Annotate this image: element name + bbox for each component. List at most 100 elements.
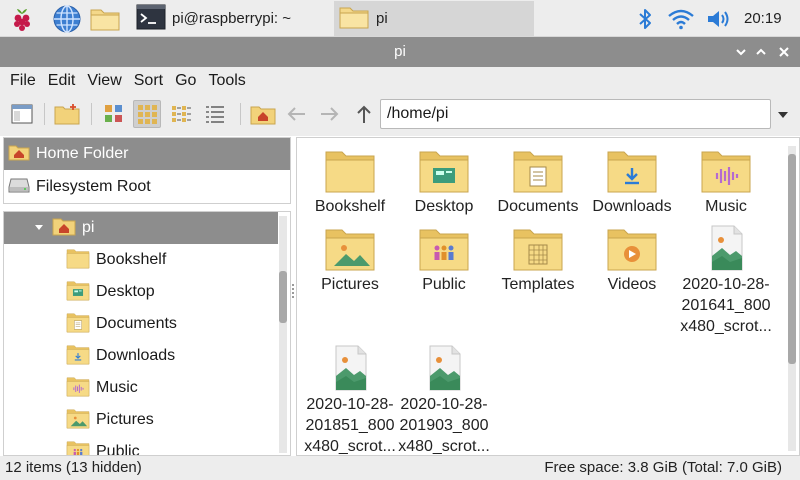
maximize-icon[interactable] bbox=[752, 43, 770, 61]
file-item[interactable]: Desktop bbox=[397, 146, 491, 217]
task-terminal[interactable]: pi@raspberrypi: ~ bbox=[132, 1, 330, 36]
folder-icon bbox=[324, 146, 376, 194]
file-item[interactable]: Downloads bbox=[585, 146, 679, 217]
tree-label: pi bbox=[82, 219, 95, 236]
file-item[interactable]: Templates bbox=[491, 224, 585, 295]
scrollbar-thumb[interactable] bbox=[788, 154, 796, 364]
tree-item-music[interactable]: Music bbox=[4, 372, 278, 404]
file-name: 2020-10-28-201641_800x480_scrot... bbox=[680, 276, 772, 335]
file-item[interactable]: 2020-10-28-201641_800x480_scrot... bbox=[679, 224, 773, 337]
drive-icon bbox=[8, 176, 30, 199]
home-icon[interactable] bbox=[249, 100, 277, 128]
chevron-down-icon[interactable] bbox=[774, 106, 792, 124]
place-home-folder[interactable]: Home Folder bbox=[4, 138, 290, 170]
folder-icon bbox=[66, 343, 90, 370]
icon-view-icon[interactable] bbox=[133, 100, 161, 128]
tree-label: Pictures bbox=[96, 411, 154, 428]
menu-sort[interactable]: Sort bbox=[129, 72, 168, 90]
menu-file[interactable]: File bbox=[5, 72, 41, 90]
file-item[interactable]: Music bbox=[679, 146, 773, 217]
back-arrow-icon[interactable] bbox=[282, 100, 310, 128]
file-item[interactable]: Public bbox=[397, 224, 491, 295]
menu-edit[interactable]: Edit bbox=[43, 72, 81, 90]
sidebar-scrollbar[interactable] bbox=[279, 216, 287, 453]
toolbar-separator bbox=[240, 103, 241, 125]
window-titlebar[interactable]: pi bbox=[0, 37, 800, 67]
file-item[interactable]: Bookshelf bbox=[303, 146, 397, 217]
image-file-icon bbox=[324, 344, 376, 392]
minimize-icon[interactable] bbox=[732, 43, 750, 61]
file-name: 2020-10-28-201903_800x480_scrot... bbox=[398, 396, 490, 455]
file-name: Bookshelf bbox=[314, 198, 386, 215]
folder-downloads-icon bbox=[606, 146, 658, 194]
file-manager-icon[interactable] bbox=[88, 2, 121, 35]
sidebar-places: Home Folder Filesystem Root bbox=[3, 137, 291, 204]
place-filesystem-root[interactable]: Filesystem Root bbox=[4, 171, 290, 203]
file-name: Templates bbox=[501, 276, 575, 293]
tree-item-downloads[interactable]: Downloads bbox=[4, 340, 278, 372]
wifi-icon[interactable] bbox=[664, 0, 698, 37]
file-view: Bookshelf Desktop Documents Downloads Music P… bbox=[296, 137, 800, 456]
task-label: pi bbox=[376, 10, 388, 27]
sidebar-tree: pi Bookshelf Desktop Documents Downloads Mus… bbox=[3, 211, 291, 456]
home-folder-icon bbox=[8, 143, 30, 166]
folder-pictures-icon bbox=[324, 224, 376, 272]
tree-label: Bookshelf bbox=[96, 251, 167, 268]
file-name: Music bbox=[705, 198, 747, 215]
folder-icon bbox=[66, 311, 90, 338]
thumbnail-view-icon[interactable] bbox=[100, 100, 128, 128]
file-name: Videos bbox=[607, 276, 657, 293]
list-view-icon[interactable] bbox=[201, 100, 229, 128]
task-label: pi@raspberrypi: ~ bbox=[172, 10, 292, 27]
menu-view[interactable]: View bbox=[82, 72, 126, 90]
tree-item-pi[interactable]: pi bbox=[4, 212, 278, 244]
tree-item-documents[interactable]: Documents bbox=[4, 308, 278, 340]
bluetooth-icon[interactable] bbox=[630, 0, 660, 37]
close-icon[interactable] bbox=[775, 43, 793, 61]
folder-videos-icon bbox=[606, 224, 658, 272]
tree-label: Music bbox=[96, 379, 138, 396]
file-name: Pictures bbox=[321, 276, 379, 293]
pane-resize-handle[interactable] bbox=[291, 282, 295, 306]
file-item[interactable]: Pictures bbox=[303, 224, 397, 295]
image-file-icon bbox=[418, 344, 470, 392]
tree-item-public[interactable]: Public bbox=[4, 436, 278, 456]
folder-icon bbox=[66, 439, 90, 455]
home-folder-icon bbox=[52, 216, 76, 241]
web-browser-icon[interactable] bbox=[50, 2, 83, 35]
fileview-scrollbar[interactable] bbox=[788, 146, 796, 451]
forward-arrow-icon[interactable] bbox=[316, 100, 344, 128]
menu-tools[interactable]: Tools bbox=[203, 72, 250, 90]
up-arrow-icon[interactable] bbox=[350, 100, 378, 128]
folder-templates-icon bbox=[512, 224, 564, 272]
file-name: Desktop bbox=[414, 198, 474, 215]
file-name: Documents bbox=[497, 198, 579, 215]
clock[interactable]: 20:19 bbox=[744, 0, 800, 37]
file-item[interactable]: 2020-10-28-201903_800x480_scrot... bbox=[397, 344, 491, 455]
folder-desktop-icon bbox=[418, 146, 470, 194]
file-item[interactable]: 2020-10-28-201851_800x480_scrot... bbox=[303, 344, 397, 455]
path-input[interactable]: /home/pi bbox=[380, 99, 771, 129]
new-folder-icon[interactable] bbox=[53, 100, 81, 128]
scrollbar-thumb[interactable] bbox=[279, 271, 287, 323]
file-item[interactable]: Videos bbox=[585, 224, 679, 295]
taskbar: pi@raspberrypi: ~ pi 20:19 bbox=[0, 0, 800, 37]
new-window-icon[interactable] bbox=[8, 100, 36, 128]
volume-icon[interactable] bbox=[703, 0, 735, 37]
raspberry-menu-icon[interactable] bbox=[5, 2, 38, 35]
file-name: Public bbox=[422, 276, 466, 293]
file-item[interactable]: Documents bbox=[491, 146, 585, 217]
folder-public-icon bbox=[418, 224, 470, 272]
compact-view-icon[interactable] bbox=[167, 100, 195, 128]
task-file-manager[interactable]: pi bbox=[334, 1, 534, 36]
tree-item-pictures[interactable]: Pictures bbox=[4, 404, 278, 436]
folder-music-icon bbox=[700, 146, 752, 194]
tree-item-desktop[interactable]: Desktop bbox=[4, 276, 278, 308]
expander-icon[interactable] bbox=[34, 219, 44, 237]
tree-label: Public bbox=[96, 443, 140, 456]
image-file-icon bbox=[700, 224, 752, 272]
terminal-icon bbox=[136, 4, 166, 34]
file-name: Downloads bbox=[592, 198, 672, 215]
tree-item-bookshelf[interactable]: Bookshelf bbox=[4, 244, 278, 276]
menu-go[interactable]: Go bbox=[170, 72, 201, 90]
